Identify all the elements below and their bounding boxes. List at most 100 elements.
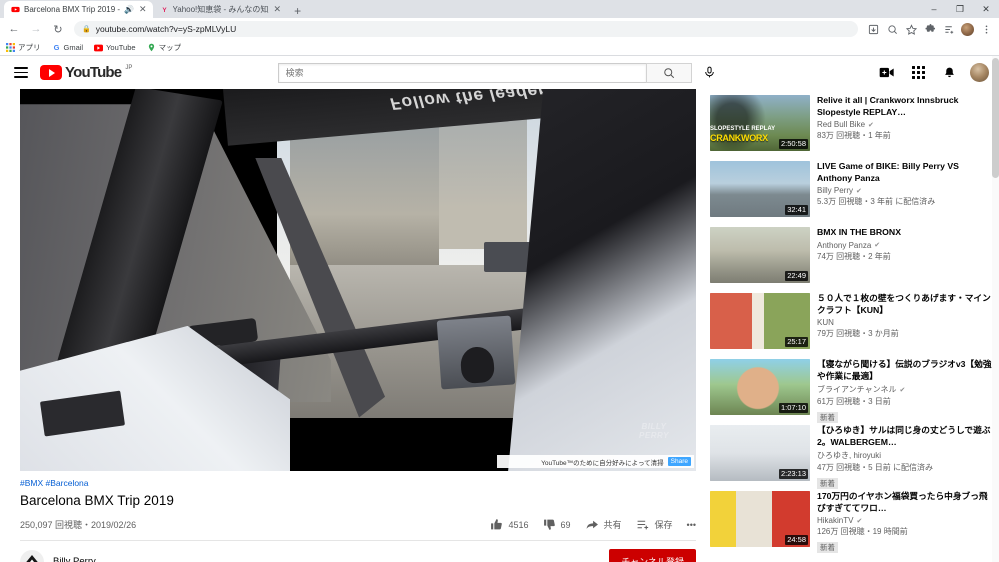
video-meta: #BMX #Barcelona Barcelona BMX Trip 2019 … xyxy=(20,471,696,562)
video-thumbnail[interactable]: 2:23:13 xyxy=(710,425,810,481)
bookmark-apps[interactable]: アプリ xyxy=(6,42,41,53)
profile-avatar[interactable] xyxy=(961,22,974,36)
youtube-icon xyxy=(94,43,104,52)
zoom-icon[interactable] xyxy=(883,20,901,38)
tab-close-button[interactable]: ✕ xyxy=(138,5,148,14)
chrome-menu-icon[interactable] xyxy=(977,20,995,38)
channel-name-row[interactable]: ブライアンチャンネル ✔ xyxy=(817,384,993,395)
more-actions-button[interactable]: ••• xyxy=(687,520,696,530)
video-meta-row: 250,097 回視聴・2019/02/26 4516 69 共有 保存 ••• xyxy=(20,518,696,531)
channel-name-row[interactable]: ひろゆき, hiroyuki xyxy=(817,450,993,461)
reading-list-icon[interactable] xyxy=(940,20,958,38)
bookmark-maps[interactable]: マップ xyxy=(147,42,181,53)
video-title: Relive it all | Crankworx Innsbruck Slop… xyxy=(817,95,959,117)
video-player[interactable]: Follow the leader BILLY PERRY YouTube™のた… xyxy=(20,89,696,471)
dislike-count: 69 xyxy=(560,519,571,530)
back-button[interactable]: ← xyxy=(4,19,24,39)
bookmark-label: Gmail xyxy=(63,43,84,52)
install-icon[interactable] xyxy=(864,20,882,38)
maps-pin-icon xyxy=(147,43,156,52)
share-arrow-icon xyxy=(586,520,598,529)
promo-share-button[interactable]: Share xyxy=(667,457,691,466)
list-item[interactable]: 32:41 LIVE Game of BIKE: Billy Perry VS … xyxy=(710,161,993,220)
scrollbar-thumb[interactable] xyxy=(992,58,999,178)
verified-badge-icon: ✔ xyxy=(868,121,874,129)
svg-text:G: G xyxy=(53,43,59,52)
recommendations-sidebar: SLOPESTYLE REPLAY CRANKWORX 2:50:58 Reli… xyxy=(710,89,993,562)
verified-badge-icon: ✔ xyxy=(856,517,863,525)
list-item[interactable]: 22:49 BMX IN THE BRONX Anthony Panza ✔ 7… xyxy=(710,227,993,286)
bookmark-gmail[interactable]: G Gmail xyxy=(52,43,84,52)
video-stats: 5.3万 回視聴・3 年前 に配信済み xyxy=(817,197,936,206)
address-bar[interactable]: 🔒 youtube.com/watch?v=yS-zpMLVyLU xyxy=(74,21,858,37)
page-content: Follow the leader BILLY PERRY YouTube™のた… xyxy=(0,89,999,562)
video-info: LIVE Game of BIKE: Billy Perry VS Anthon… xyxy=(817,161,993,220)
browser-tab-youtube[interactable]: Barcelona BMX Trip 2019 - Y 🔊 ✕ xyxy=(4,1,153,18)
video-thumbnail[interactable]: 25:17 xyxy=(710,293,810,349)
list-item[interactable]: 25:17 ５０人で１枚の壁をつくりあげます・マインクラフト【KUN】 KUN … xyxy=(710,293,993,352)
create-video-icon[interactable] xyxy=(877,63,897,83)
list-item[interactable]: 1:07:10 【寝ながら聞ける】伝説のブラジオv3【勉強や作業に最適】 ブライ… xyxy=(710,359,993,423)
scene-building-right xyxy=(439,111,527,250)
list-item[interactable]: 2:23:13 【ひろゆき】サルは同じ身の丈どうしで遊ぶ2。WALBERGEM…… xyxy=(710,425,993,489)
video-title: BMX IN THE BRONX xyxy=(817,227,901,237)
video-actions: 4516 69 共有 保存 ••• xyxy=(490,518,696,531)
window-minimize-button[interactable]: – xyxy=(921,0,947,18)
reload-button[interactable]: ↻ xyxy=(48,19,68,39)
list-item[interactable]: SLOPESTYLE REPLAY CRANKWORX 2:50:58 Reli… xyxy=(710,95,993,154)
channel-avatar[interactable] xyxy=(20,549,44,562)
notifications-bell-icon[interactable] xyxy=(939,63,959,83)
microphone-icon[interactable] xyxy=(698,61,722,85)
bookmark-youtube[interactable]: YouTube xyxy=(94,43,136,52)
dislike-button[interactable]: 69 xyxy=(543,518,571,531)
window-maximize-button[interactable]: ❐ xyxy=(947,0,973,18)
video-thumbnail[interactable]: 22:49 xyxy=(710,227,810,283)
hamburger-menu-icon[interactable] xyxy=(10,62,32,84)
video-duration: 2:50:58 xyxy=(778,139,808,149)
youtube-header: YouTube JP 検索 xyxy=(0,56,999,89)
browser-tab-yahoo[interactable]: Y Yahoo!知恵袋 - みんなの知恵共有 ✕ xyxy=(152,1,288,18)
search-input[interactable]: 検索 xyxy=(277,62,646,83)
tab-audio-icon[interactable]: 🔊 xyxy=(124,5,134,14)
channel-name-row[interactable]: Anthony Panza ✔ xyxy=(817,241,993,250)
share-button[interactable]: 共有 xyxy=(585,518,622,531)
list-item[interactable]: 24:58 170万円のイヤホン福袋買ったら中身ブっ飛びすぎててワロ… Hika… xyxy=(710,491,993,553)
tab-close-button[interactable]: ✕ xyxy=(273,5,283,14)
video-thumbnail[interactable]: SLOPESTYLE REPLAY CRANKWORX 2:50:58 xyxy=(710,95,810,151)
new-badge: 新着 xyxy=(817,542,838,553)
search-box: 検索 xyxy=(277,61,722,85)
search-button[interactable] xyxy=(645,62,692,83)
window-close-button[interactable]: ✕ xyxy=(973,0,999,18)
page-scrollbar[interactable] xyxy=(992,56,999,562)
channel-name-row[interactable]: KUN xyxy=(817,318,993,327)
video-thumbnail[interactable]: 1:07:10 xyxy=(710,359,810,415)
browser-titlebar: Barcelona BMX Trip 2019 - Y 🔊 ✕ Y Yahoo!… xyxy=(0,0,999,18)
extensions-icon[interactable] xyxy=(921,20,939,38)
new-tab-button[interactable]: + xyxy=(287,5,308,18)
more-label: ••• xyxy=(686,519,696,530)
bookmark-star-icon[interactable] xyxy=(902,20,920,38)
bookmark-label: YouTube xyxy=(106,43,136,52)
player-promo-overlay: YouTube™のために自分好みによって清掃 Share xyxy=(496,455,694,468)
video-title: ５０人で１枚の壁をつくりあげます・マインクラフト【KUN】 xyxy=(817,293,991,315)
video-thumbnail[interactable]: 32:41 xyxy=(710,161,810,217)
like-button[interactable]: 4516 xyxy=(490,518,529,531)
save-button[interactable]: 保存 xyxy=(636,518,673,531)
video-stats: 61万 回視聴・3 日前 xyxy=(817,397,891,406)
channel-name-row[interactable]: Billy Perry ✔ xyxy=(817,186,993,195)
channel-name[interactable]: Billy Perry xyxy=(53,556,96,562)
account-avatar[interactable] xyxy=(970,63,989,82)
youtube-apps-icon[interactable] xyxy=(908,63,928,83)
forward-button[interactable]: → xyxy=(26,19,46,39)
youtube-page: YouTube JP 検索 Follow the leader BILLY PE… xyxy=(0,56,999,562)
thumbs-up-icon xyxy=(491,519,503,530)
channel-name-row[interactable]: HikakinTV ✔ xyxy=(817,516,993,525)
video-duration: 25:17 xyxy=(785,337,808,347)
video-tags[interactable]: #BMX #Barcelona xyxy=(20,478,696,488)
lock-icon: 🔒 xyxy=(82,26,91,33)
video-stats: 74万 回視聴・2 年前 xyxy=(817,251,891,261)
youtube-logo[interactable]: YouTube JP xyxy=(40,65,132,80)
channel-name-row[interactable]: Red Bull Bike ✔ xyxy=(817,120,993,129)
video-thumbnail[interactable]: 24:58 xyxy=(710,491,810,547)
subscribe-button[interactable]: チャンネル登録 xyxy=(609,549,696,562)
